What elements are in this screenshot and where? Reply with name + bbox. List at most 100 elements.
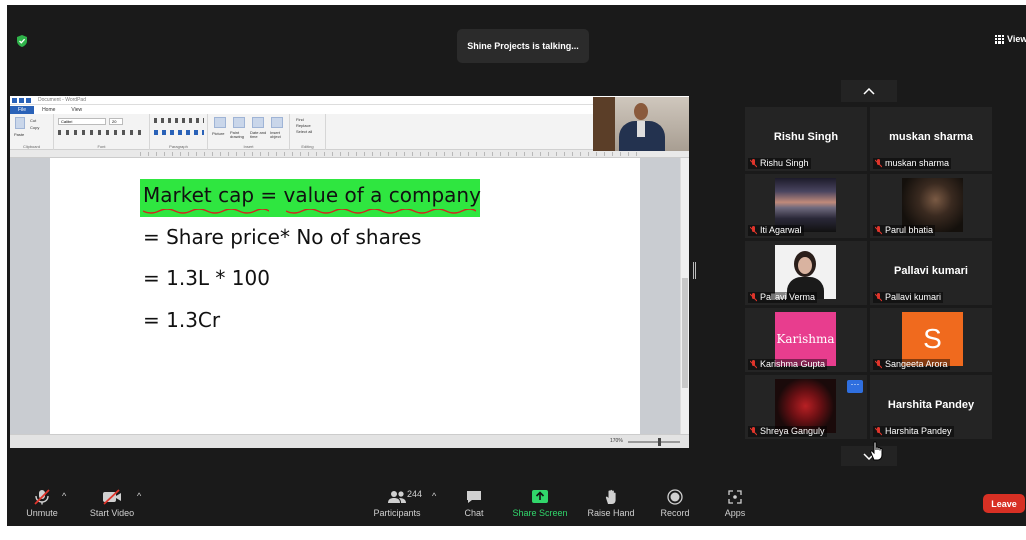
share-screen-button[interactable]: Share Screen xyxy=(512,489,568,518)
participant-tile[interactable]: Rishu Singh Rishu Singh xyxy=(745,107,867,171)
ribbon-group-font: Calibri 20 Font xyxy=(54,114,150,150)
participant-tile[interactable]: S Sangeeta Arora xyxy=(870,308,992,372)
mic-muted-icon xyxy=(875,293,882,302)
chat-button[interactable]: Chat xyxy=(446,489,502,518)
avatar-text: Karishma xyxy=(776,332,835,346)
presenter-shirt xyxy=(637,121,645,137)
participant-name: Harshita Pandey xyxy=(885,426,952,436)
participant-tile[interactable]: Parul bhatia xyxy=(870,174,992,238)
participant-tile[interactable]: Pallavi Verma xyxy=(745,241,867,305)
participant-tile[interactable]: Pallavi kumari Pallavi kumari xyxy=(870,241,992,305)
record-icon xyxy=(667,489,683,505)
mic-muted-icon xyxy=(875,226,882,235)
participant-nametag: Sangeeta Arora xyxy=(873,359,950,370)
participant-nametag: Karishma Gupta xyxy=(748,359,828,370)
paragraph-group-label: Paragraph xyxy=(169,144,188,149)
mic-muted-icon xyxy=(750,427,757,436)
font-name: Calibri xyxy=(61,119,73,124)
split-view-handle[interactable] xyxy=(693,262,696,279)
encryption-shield-icon[interactable] xyxy=(16,35,28,47)
participant-display-name: muskan sharma xyxy=(889,131,973,143)
mic-muted-icon xyxy=(750,360,757,369)
participant-tile[interactable]: Karishma Karishma Gupta xyxy=(745,308,867,372)
ribbon-group-editing: Find Replace Select all Editing xyxy=(290,114,326,150)
insert-object-icon xyxy=(271,117,283,128)
apps-icon xyxy=(728,490,742,504)
font-format-buttons xyxy=(58,130,144,135)
find-label: Find xyxy=(296,117,304,122)
presenter-video[interactable] xyxy=(593,97,689,151)
quick-access-toolbar xyxy=(12,97,36,104)
participant-tile[interactable]: muskan sharma muskan sharma xyxy=(870,107,992,171)
avatar-letter: S xyxy=(923,323,942,354)
video-off-icon xyxy=(103,489,121,505)
status-bar: 170% xyxy=(10,434,689,448)
tile-more-options-button[interactable]: ⋯ xyxy=(847,380,863,393)
audio-options-caret[interactable]: ^ xyxy=(62,491,66,501)
vertical-scrollbar xyxy=(680,158,689,434)
ruler-ticks xyxy=(140,152,640,156)
participant-display-name: Rishu Singh xyxy=(773,131,839,143)
record-label: Record xyxy=(660,508,690,518)
participant-nametag: Shreya Ganguly xyxy=(748,426,827,437)
participants-icon xyxy=(388,491,406,503)
insert-group-label: Insert xyxy=(243,144,254,149)
participant-tile[interactable]: Iti Agarwal xyxy=(745,174,867,238)
participant-name: Sangeeta Arora xyxy=(885,359,948,369)
raise-hand-label: Raise Hand xyxy=(587,508,635,518)
ruler xyxy=(10,150,689,158)
unmute-label: Unmute xyxy=(26,508,58,518)
view-label: View xyxy=(1007,34,1026,44)
start-video-button[interactable]: Start Video xyxy=(84,489,140,518)
date-time-label: Date and time xyxy=(250,130,267,139)
gallery-page-up-button[interactable] xyxy=(841,80,897,102)
leave-button[interactable]: Leave xyxy=(983,494,1025,513)
hand-cursor-icon xyxy=(870,441,883,461)
participant-tile[interactable]: Harshita Pandey Harshita Pandey xyxy=(870,375,992,439)
participant-display-name: Harshita Pandey xyxy=(887,399,975,411)
document-line-4: = 1.3Cr xyxy=(143,308,221,332)
spellcheck-underline xyxy=(286,209,476,214)
participant-name: Pallavi Verma xyxy=(760,292,816,302)
ribbon-tab-home: Home xyxy=(42,107,56,113)
participant-nametag: muskan sharma xyxy=(873,158,952,169)
view-button[interactable]: View xyxy=(995,34,1026,44)
mic-muted-icon xyxy=(875,360,882,369)
participants-label: Participants xyxy=(373,508,421,518)
ribbon-tab-view: View xyxy=(71,107,83,113)
video-options-caret[interactable]: ^ xyxy=(137,491,141,501)
clipboard-group-label: Clipboard xyxy=(22,144,41,149)
background-shelf xyxy=(593,97,615,151)
participant-name: Shreya Ganguly xyxy=(760,426,825,436)
participant-name: Iti Agarwal xyxy=(760,225,802,235)
document-line-3: = 1.3L * 100 xyxy=(143,266,270,290)
chat-bubble-icon xyxy=(467,491,481,503)
wordpad-title-bar: Document - WordPad xyxy=(10,96,689,105)
paste-label: Paste xyxy=(14,132,25,137)
paste-icon xyxy=(15,117,25,129)
participant-display-name: Pallavi kumari xyxy=(894,265,968,277)
zoom-meeting-window: Shine Projects is talking... View Docume… xyxy=(7,5,1026,526)
alignment-buttons xyxy=(154,130,204,135)
participants-options-caret[interactable]: ^ xyxy=(432,491,436,501)
picture-label: Picture xyxy=(212,131,225,136)
wordpad-ribbon: Paste Cut Copy Clipboard Calibri 20 Font… xyxy=(10,114,689,150)
apps-label: Apps xyxy=(724,508,746,518)
record-button[interactable]: Record xyxy=(647,489,703,518)
date-time-icon xyxy=(252,117,264,128)
mic-muted-icon xyxy=(875,427,882,436)
scrollbar-thumb xyxy=(682,278,688,388)
apps-button[interactable]: Apps xyxy=(707,489,763,518)
participant-face xyxy=(798,257,812,274)
font-group-label: Font xyxy=(97,144,106,149)
start-video-label: Start Video xyxy=(89,508,135,518)
active-speaker-text: Shine Projects is talking... xyxy=(467,41,579,51)
raise-hand-icon xyxy=(605,489,616,504)
insert-object-label: Insert object xyxy=(270,130,281,139)
spellcheck-underline xyxy=(143,209,269,214)
participant-video xyxy=(775,379,836,433)
raise-hand-button[interactable]: Raise Hand xyxy=(583,489,639,518)
font-name-box: Calibri xyxy=(58,118,106,125)
participant-nametag: Iti Agarwal xyxy=(748,225,804,236)
picture-icon xyxy=(214,117,226,128)
